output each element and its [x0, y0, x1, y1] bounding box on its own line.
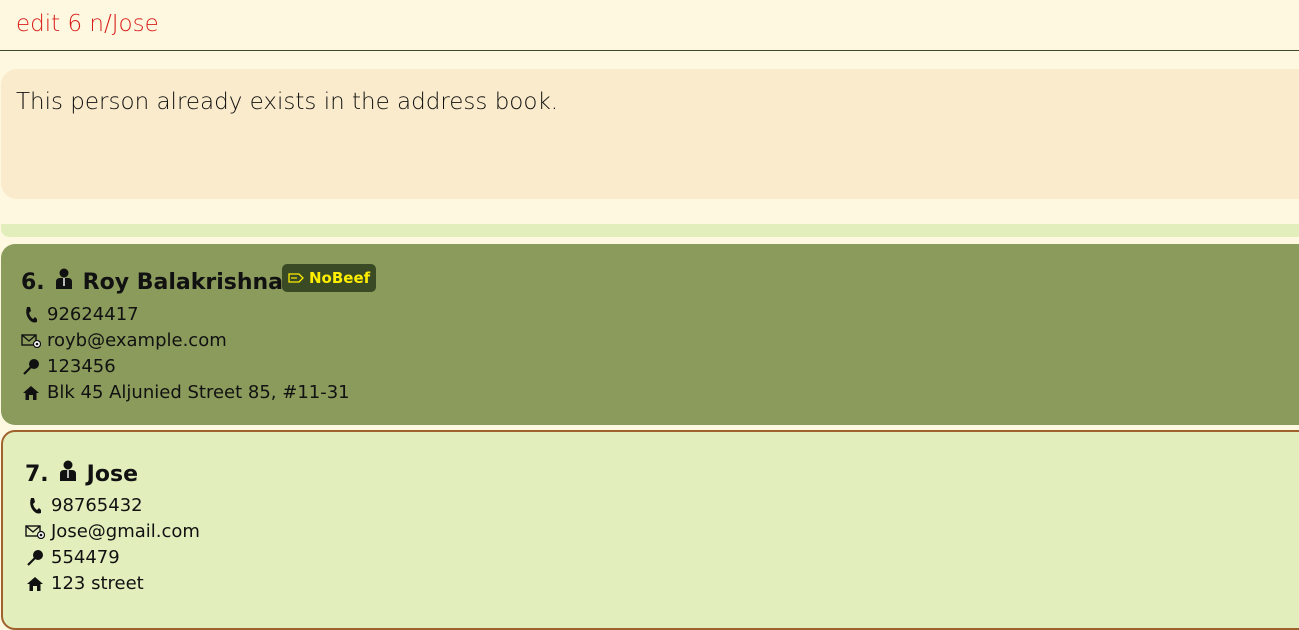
person-name: Roy Balakrishnan: [82, 269, 299, 295]
pin-icon: [21, 357, 41, 377]
phone-value: 92624417: [47, 304, 139, 325]
result-display: This person already exists in the addres…: [1, 69, 1299, 199]
email-row: royb@example.com: [21, 330, 227, 351]
email-row: Jose@gmail.com: [25, 521, 200, 542]
person-card[interactable]: 6. Roy Balakrishnan NoBeef 92624417 royb…: [1, 244, 1299, 425]
person-icon: [55, 268, 73, 296]
email-value: Jose@gmail.com: [51, 521, 200, 542]
phone-value: 98765432: [51, 495, 143, 516]
command-box: [0, 0, 1299, 51]
phone-icon: [25, 496, 45, 516]
person-card[interactable]: 7. Jose 98765432 Jose@gmail.com 554479 1…: [1, 430, 1299, 630]
command-input[interactable]: [16, 8, 1216, 40]
result-message: This person already exists in the addres…: [16, 89, 559, 115]
email-icon: [21, 331, 41, 351]
person-card-partial[interactable]: [1, 224, 1299, 237]
address-row: Blk 45 Aljunied Street 85, #11-31: [21, 382, 350, 403]
tag-label: NoBeef: [309, 269, 371, 287]
phone-row: 92624417: [21, 304, 139, 325]
postal-value: 554479: [51, 547, 120, 568]
person-index: 7.: [25, 461, 49, 487]
email-value: royb@example.com: [47, 330, 227, 351]
address-row: 123 street: [25, 573, 144, 594]
pin-icon: [25, 548, 45, 568]
home-icon: [21, 383, 41, 403]
address-value: Blk 45 Aljunied Street 85, #11-31: [47, 382, 350, 403]
person-card-header: 7. Jose: [25, 460, 138, 488]
email-icon: [25, 522, 45, 542]
postal-row: 554479: [25, 547, 120, 568]
address-value: 123 street: [51, 573, 144, 594]
tag-badge: NoBeef: [282, 264, 377, 292]
person-name: Jose: [86, 461, 138, 487]
phone-row: 98765432: [25, 495, 143, 516]
postal-value: 123456: [47, 356, 116, 377]
postal-row: 123456: [21, 356, 116, 377]
person-icon: [59, 460, 77, 488]
tag-icon: [288, 269, 304, 287]
person-index: 6.: [21, 269, 45, 295]
person-card-header: 6. Roy Balakrishnan: [21, 268, 299, 296]
home-icon: [25, 574, 45, 594]
phone-icon: [21, 305, 41, 325]
